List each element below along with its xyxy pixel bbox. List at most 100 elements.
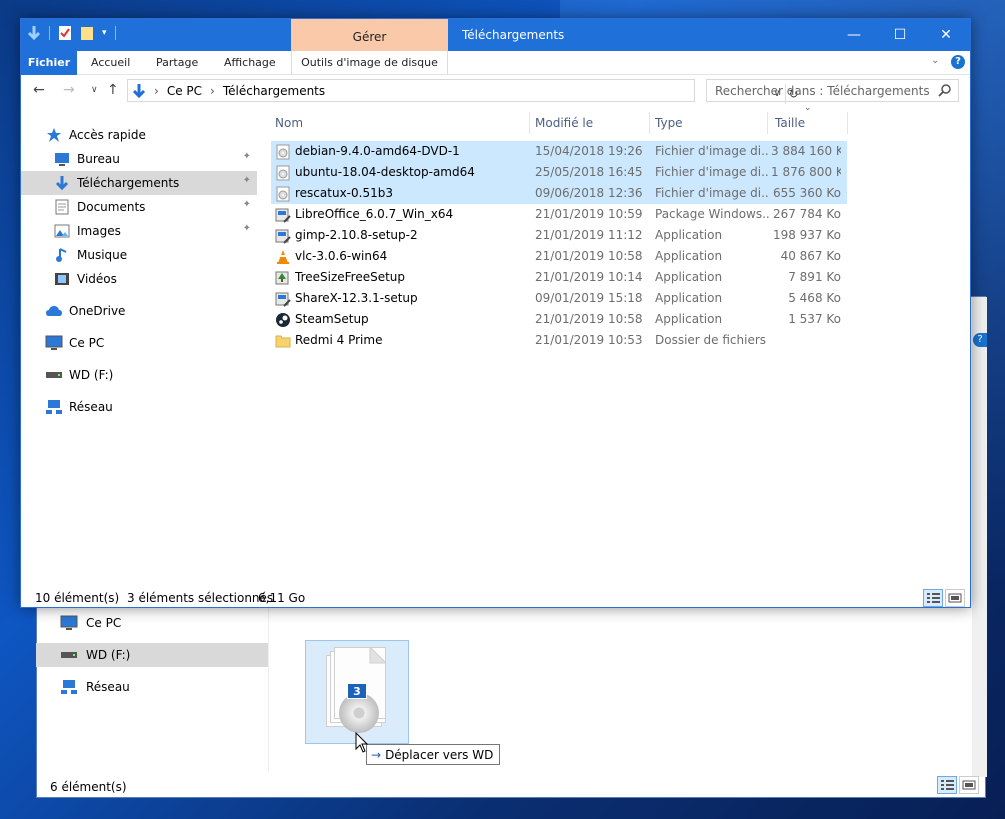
nav-item[interactable]: Images ✦ [21,219,257,243]
customize-qat-icon[interactable]: ▾ [102,28,107,38]
minimize-icon[interactable]: — [831,19,877,51]
navigation-pane: Accès rapide Bureau ✦ Téléchargements ✦ Docum… [21,109,257,589]
recent-locations-icon[interactable]: ∨ [91,85,98,95]
pin-icon[interactable]: ✦ [243,223,251,234]
nav-item[interactable]: Ce PC [21,331,257,355]
file-date: 21/01/2019 10:58 [535,249,643,263]
file-row[interactable]: Redmi 4 Prime 21/01/2019 10:53 Dossier de … [271,330,847,351]
star-icon [45,127,63,143]
nav-item[interactable]: Téléchargements ✦ [21,171,257,195]
maximize-icon[interactable]: ☐ [877,19,923,51]
file-row[interactable]: gimp-2.10.8-setup-2 21/01/2019 11:12 Appli… [271,225,847,246]
drag-tooltip: → Déplacer vers WD [366,744,501,765]
status-item-count: 10 élément(s) [35,590,120,605]
file-row[interactable]: LibreOffice_6.0.7_Win_x64 21/01/2019 10:5… [271,204,847,225]
breadcrumb-separator-icon[interactable]: › [210,84,215,98]
pin-icon[interactable]: ✦ [243,175,251,186]
column-size[interactable]: Taille [771,109,847,137]
close-icon[interactable]: ✕ [923,19,969,51]
quick-access-toolbar: ▾ [27,25,116,41]
drive-icon [60,650,78,660]
manage-tab[interactable]: Gérer [291,19,448,51]
file-name: gimp-2.10.8-setup-2 [295,228,418,242]
folder-icon [275,334,291,348]
file-date: 21/01/2019 10:58 [535,312,643,326]
nav-item[interactable]: Musique [21,243,257,267]
explorer-window[interactable]: ▾ Gérer Téléchargements — ☐ ✕ Fichier Ac… [20,18,971,608]
nav-item[interactable]: OneDrive [21,299,257,323]
properties-icon[interactable] [58,25,72,41]
nav-item-label: WD (F:) [69,368,114,382]
file-name: rescatux-0.51b3 [295,186,393,200]
search-icon[interactable] [938,83,952,97]
tab-affichage[interactable]: Affichage [224,51,276,75]
nav-item[interactable]: Vidéos [21,267,257,291]
tab-partage[interactable]: Partage [156,51,198,75]
file-row[interactable]: rescatux-0.51b3 09/06/2018 12:36 Fichier d… [271,183,847,204]
file-size [771,330,841,351]
download-icon [53,175,71,191]
file-row[interactable]: debian-9.4.0-amd64-DVD-1 15/04/2018 19:26… [271,141,847,162]
nav-item-label: Ce PC [69,336,105,350]
file-row[interactable]: ShareX-12.3.1-setup 09/01/2019 15:18 Appli… [271,288,847,309]
expand-ribbon-icon[interactable]: ⌄ [931,55,939,66]
drag-count-badge: 3 [347,683,367,699]
back-view-details-button[interactable] [937,776,957,794]
nav-item[interactable]: Bureau ✦ [21,147,257,171]
file-name-cell: ubuntu-18.04-desktop-amd64 [275,162,525,183]
view-details-button[interactable] [923,589,943,607]
file-row[interactable]: ubuntu-18.04-desktop-amd64 25/05/2018 16:… [271,162,847,183]
breadcrumb-ce-pc[interactable]: Ce PC [167,84,202,98]
forward-arrow-icon[interactable]: → [63,82,75,98]
file-date: 09/06/2018 12:36 [535,186,643,200]
back-arrow-icon[interactable]: ← [33,82,45,98]
file-name-cell: SteamSetup [275,309,525,330]
nav-item[interactable]: Accès rapide [21,123,257,147]
download-arrow-icon[interactable] [27,25,41,41]
column-modified[interactable]: Modifié le [531,109,649,137]
up-arrow-icon[interactable]: ↑ [107,82,119,98]
back-view-tiles-button[interactable] [959,776,979,794]
title-bar[interactable]: ▾ Gérer Téléchargements — ☐ ✕ [21,19,970,51]
back-nav-item[interactable]: Réseau [36,675,268,699]
nav-item-label: Musique [77,248,128,262]
column-type[interactable]: Type [651,109,767,137]
search-placeholder: Rechercher dans : Téléchargements [715,83,930,98]
back-nav-label: Réseau [86,680,130,694]
help-icon[interactable]: ? [973,333,987,347]
breadcrumb-telechargements[interactable]: Téléchargements [223,84,325,98]
file-row[interactable]: TreeSizeFreeSetup 21/01/2019 10:14 Applica… [271,267,847,288]
new-folder-icon[interactable] [80,25,94,41]
file-name-cell: Redmi 4 Prime [275,330,525,351]
file-date: 21/01/2019 10:14 [535,270,643,284]
nav-item[interactable]: WD (F:) [21,363,257,387]
file-type: Application [655,312,723,326]
back-nav-item[interactable]: WD (F:) [36,643,268,667]
back-nav-item[interactable]: Ce PC [36,611,268,635]
file-row[interactable]: SteamSetup 21/01/2019 10:58 Application 1 5… [271,309,847,330]
nav-item[interactable]: Réseau [21,395,257,419]
window-title: Téléchargements [462,28,565,42]
breadcrumb-separator-icon[interactable]: › [154,84,159,98]
tab-accueil[interactable]: Accueil [91,51,130,75]
back-nav-label: Ce PC [86,616,122,630]
file-row[interactable]: vlc-3.0.6-win64 21/01/2019 10:58 Applicati… [271,246,847,267]
nav-item[interactable]: Documents ✦ [21,195,257,219]
view-tiles-button[interactable] [945,589,965,607]
pin-icon[interactable]: ✦ [243,151,251,162]
installer-icon [275,228,291,244]
tab-outils-image-disque[interactable]: Outils d'image de disque [291,51,448,75]
back-status-bar: 6 élément(s) [36,776,984,797]
file-list[interactable]: ⌄ Nom Modifié le Type Taille debian-9.4.… [271,103,969,589]
file-type: Application [655,249,723,263]
address-bar[interactable]: › Ce PC › Téléchargements ∨ ↻ [127,79,799,104]
file-name: debian-9.4.0-amd64-DVD-1 [295,144,460,158]
tab-fichier[interactable]: Fichier [21,51,77,75]
file-type: Application [655,270,723,284]
pin-icon[interactable]: ✦ [243,199,251,210]
file-name: SteamSetup [295,312,369,326]
search-input[interactable]: Rechercher dans : Téléchargements [706,79,959,102]
music-icon [53,247,71,263]
help-icon[interactable]: ? [951,55,965,69]
column-name[interactable]: Nom [271,109,529,137]
